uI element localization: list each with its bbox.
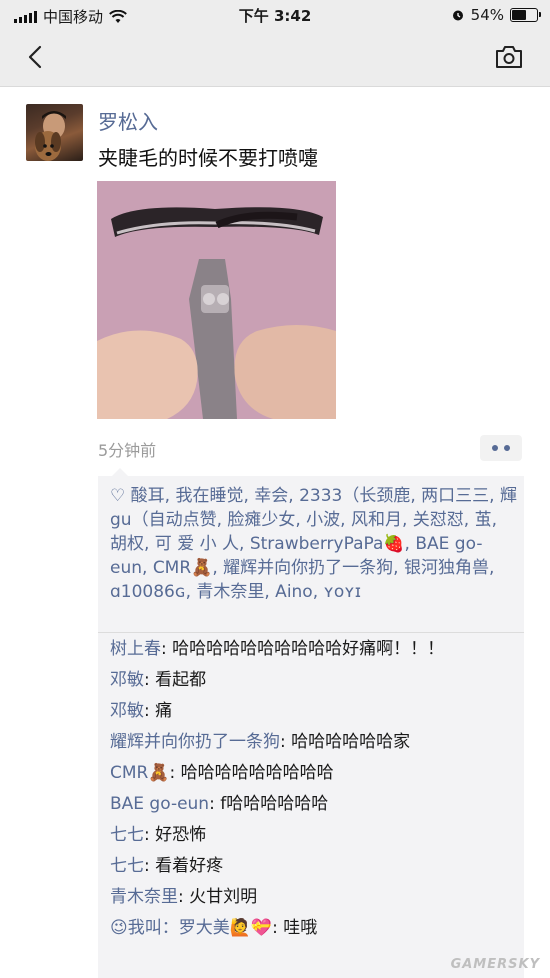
avatar-image (35, 111, 66, 161)
chevron-left-icon[interactable] (22, 42, 52, 72)
nav-bar (0, 30, 550, 87)
watermark: GAMERSKY (450, 957, 540, 972)
comment-text: : 哇哦 (272, 918, 318, 938)
comment-item[interactable]: 树上春: 哈哈哈哈哈哈哈哈哈哈好痛啊！！！ (110, 636, 520, 662)
more-options-button[interactable] (480, 435, 522, 461)
comment-author[interactable]: 邓敏 (110, 701, 144, 721)
comments-list: 树上春: 哈哈哈哈哈哈哈哈哈哈好痛啊！！！ 邓敏: 看起都 邓敏: 痛 耀辉并向… (110, 636, 520, 946)
comment-author[interactable]: 耀辉并向你扔了一条狗 (110, 732, 280, 752)
comment-item[interactable]: 邓敏: 看起都 (110, 667, 520, 693)
comment-text: : 看起都 (144, 670, 207, 690)
comment-item[interactable]: 青木奈里: 火甘刘明 (110, 884, 520, 910)
author-avatar[interactable] (26, 104, 83, 161)
comment-item[interactable]: 七七: 好恐怖 (110, 822, 520, 848)
comment-text: : 哈哈哈哈哈哈家 (280, 732, 411, 752)
comment-item[interactable]: 七七: 看着好疼 (110, 853, 520, 879)
comment-text: : 好恐怖 (144, 825, 207, 845)
camera-icon[interactable] (494, 44, 524, 70)
comment-author[interactable]: 树上春 (110, 639, 161, 659)
alarm-icon (452, 10, 463, 21)
battery-icon (510, 8, 541, 22)
status-right: 54% (451, 6, 541, 24)
comment-author[interactable]: 七七 (110, 825, 144, 845)
comment-text: : 哈哈哈哈哈哈哈哈哈 (169, 763, 334, 783)
post-photo[interactable] (97, 181, 336, 419)
comment-author[interactable]: CMR🧸 (110, 763, 170, 783)
author-name[interactable]: 罗松入 (98, 106, 158, 135)
comment-text: : 哈哈哈哈哈哈哈哈哈哈好痛啊！！！ (161, 639, 445, 659)
comment-item[interactable]: 邓敏: 痛 (110, 698, 520, 724)
comment-text: : 火甘刘明 (178, 887, 258, 907)
battery-percent: 54% (470, 6, 504, 24)
comment-text: : f哈哈哈哈哈哈 (209, 794, 329, 814)
likes-list[interactable]: ♡ 酸耳, 我在睡觉, 幸会, 2333（长颈鹿, 两口三三, 輝gu（自动点赞… (110, 484, 518, 604)
likes-divider (98, 632, 524, 633)
comment-author[interactable]: 七七 (110, 856, 144, 876)
post-text: 夹睫毛的时候不要打喷嚏 (98, 146, 318, 170)
comment-text: : 痛 (144, 701, 173, 721)
comment-item[interactable]: CMR🧸: 哈哈哈哈哈哈哈哈哈 (110, 760, 520, 786)
comment-item[interactable]: BAE go-eun: f哈哈哈哈哈哈 (110, 791, 520, 817)
interaction-panel: ♡ 酸耳, 我在睡觉, 幸会, 2333（长颈鹿, 两口三三, 輝gu（自动点赞… (98, 468, 524, 978)
comment-item[interactable]: 😉我叫：罗大美🙋💝: 哇哦 (110, 915, 520, 941)
comment-author[interactable]: BAE go-eun (110, 794, 209, 814)
comment-author[interactable]: 邓敏 (110, 670, 144, 690)
status-bar: 中国移动 下午 3:42 54% (0, 0, 550, 30)
comment-author[interactable]: 青木奈里 (110, 887, 178, 907)
comment-author[interactable]: 😉我叫：罗大美🙋💝 (110, 918, 272, 938)
eyelash-curler-photo (97, 181, 336, 419)
comment-text: : 看着好疼 (144, 856, 224, 876)
post-timestamp: 5分钟前 (98, 441, 157, 460)
comment-item[interactable]: 耀辉并向你扔了一条狗: 哈哈哈哈哈哈家 (110, 729, 520, 755)
